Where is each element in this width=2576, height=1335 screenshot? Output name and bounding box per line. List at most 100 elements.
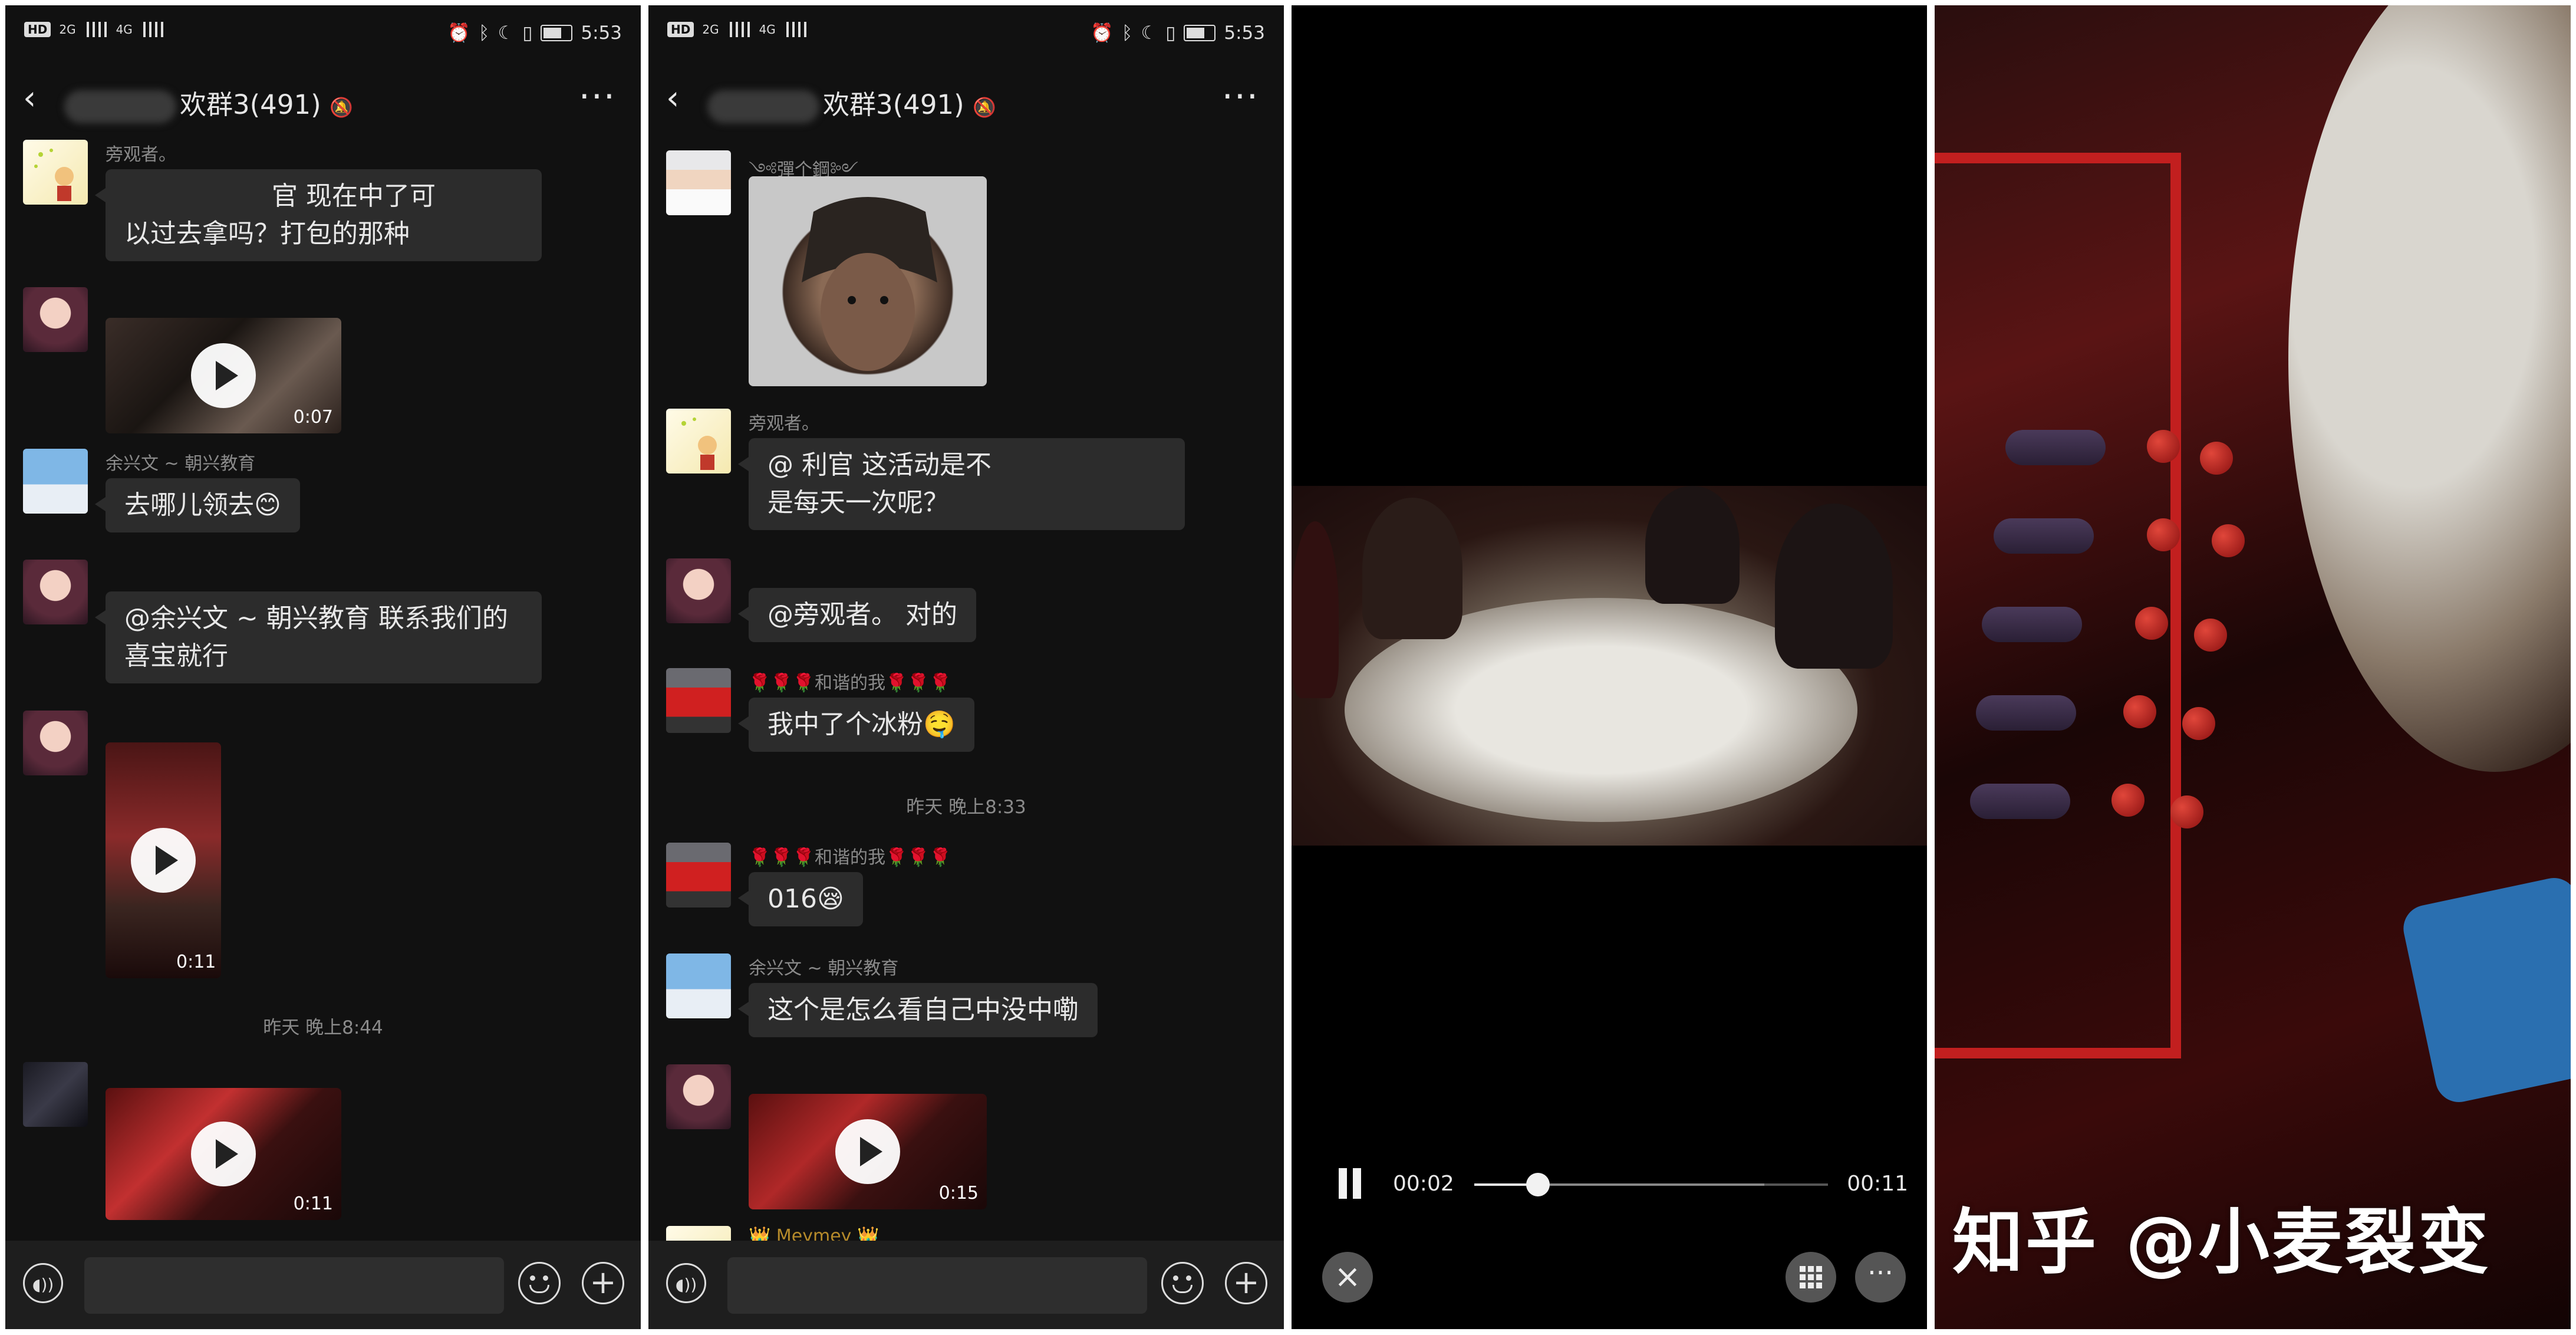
video-duration: 0:11 (176, 952, 216, 972)
message-text: @ 利官 这活动是不 (767, 450, 991, 480)
avatar[interactable] (23, 560, 88, 624)
play-icon[interactable] (131, 828, 196, 893)
mute-bell-icon: 🔕 (972, 96, 996, 119)
current-time: 00:02 (1393, 1172, 1454, 1196)
avatar[interactable] (23, 140, 88, 205)
avatar[interactable] (666, 409, 731, 474)
left-chat-screen: HD 2G 4G ⏰ ᛒ ☾ ▯ 5:53 ‹ 欢群3(491) 🔕 ··· 旁… (5, 5, 641, 1329)
voice-icon[interactable]: ◖)) (666, 1263, 706, 1303)
message-input[interactable] (727, 1257, 1147, 1314)
play-icon[interactable] (191, 1122, 256, 1186)
meme-image (802, 197, 937, 371)
plus-icon[interactable]: + (582, 1262, 624, 1304)
video-duration: 0:07 (293, 407, 333, 428)
moon-icon: ☾ (1141, 22, 1158, 44)
message-text: 是每天一次呢？ (767, 488, 949, 518)
message-text: 以过去拿吗？打包的那种 (124, 219, 410, 249)
battery-icon (541, 24, 573, 41)
person (1645, 486, 1740, 604)
alarm-icon: ⏰ (447, 22, 470, 44)
blurred-name (707, 90, 819, 123)
message-bubble[interactable]: 官 现在中了可 以过去拿吗？打包的那种 (95, 169, 542, 261)
bottle-cap (2135, 607, 2168, 640)
bottle (1970, 784, 2070, 819)
avatar[interactable] (666, 668, 731, 733)
message-bubble[interactable]: 这个是怎么看自己中没中嘞 (738, 983, 1098, 1037)
avatar[interactable] (23, 1062, 88, 1127)
message-input[interactable] (84, 1257, 504, 1314)
emoji-icon[interactable] (518, 1262, 561, 1304)
video-frame[interactable] (1292, 486, 1927, 846)
timestamp: 昨天 晚上8:33 (906, 797, 1026, 818)
cartoon-avatar-icon (681, 417, 717, 470)
message-text: 喜宝就行 (124, 641, 228, 671)
signal-icon (140, 22, 164, 37)
bottle-cap (2182, 707, 2215, 740)
message-bubble[interactable]: 016😪 (738, 872, 863, 926)
input-bar: ◖)) + (648, 1241, 1284, 1329)
message-bubble[interactable]: @余兴文 ~ 朝兴教育 联系我们的 喜宝就行 (95, 591, 542, 683)
emoji-icon[interactable] (1161, 1262, 1204, 1304)
close-icon[interactable]: × (1322, 1252, 1373, 1303)
play-icon[interactable] (835, 1119, 900, 1184)
pause-icon[interactable] (1333, 1166, 1368, 1201)
bluetooth-icon: ᛒ (1121, 22, 1133, 44)
video-frame-closeup: 知乎 @小麦裂变 (1935, 5, 2571, 1329)
voice-icon[interactable]: ◖)) (23, 1263, 63, 1303)
bluetooth-icon: ᛒ (478, 22, 490, 44)
avatar[interactable] (23, 449, 88, 514)
total-time: 00:11 (1847, 1172, 1908, 1196)
seek-bar[interactable] (1474, 1173, 1828, 1196)
more-icon[interactable]: ··· (1855, 1252, 1906, 1303)
moon-icon: ☾ (498, 22, 515, 44)
chat-title: 欢群3(491) 🔕 (707, 83, 996, 123)
video-thumbnail[interactable]: 0:15 (749, 1094, 987, 1209)
signal-icon (783, 22, 808, 37)
bottle (1994, 518, 2094, 554)
message-bubble[interactable]: @ 利官 这活动是不 是每天一次呢？ (738, 438, 1185, 530)
avatar[interactable] (666, 150, 731, 215)
sender-name: 旁观者。 (106, 144, 176, 165)
more-options-icon[interactable]: ··· (579, 76, 616, 117)
hd-badge: HD (24, 22, 51, 37)
avatar[interactable] (666, 1064, 731, 1129)
video-thumbnail[interactable]: 0:11 (106, 742, 221, 978)
avatar[interactable] (23, 711, 88, 775)
grid-icon[interactable] (1786, 1252, 1836, 1303)
back-icon[interactable]: ‹ (23, 82, 36, 115)
video-thumbnail[interactable]: 0:11 (106, 1088, 341, 1220)
avatar[interactable] (666, 953, 731, 1018)
avatar[interactable] (666, 843, 731, 907)
message-text: 016😪 (767, 884, 844, 914)
image-message[interactable] (749, 176, 987, 386)
sender-name: 🌹🌹🌹和谐的我🌹🌹🌹 (749, 673, 952, 693)
signal-label: 4G (759, 22, 776, 37)
chat-header: ‹ 欢群3(491) 🔕 ··· (5, 64, 641, 135)
avatar[interactable] (23, 287, 88, 352)
status-bar: HD 2G 4G ⏰ ᛒ ☾ ▯ 5:53 (648, 5, 1284, 58)
status-bar: HD 2G 4G ⏰ ᛒ ☾ ▯ 5:53 (5, 5, 641, 58)
bottle-cap (2147, 518, 2180, 551)
bottle (1976, 695, 2076, 731)
avatar[interactable] (666, 558, 731, 623)
back-icon[interactable]: ‹ (666, 82, 679, 115)
seek-handle[interactable] (1526, 1173, 1550, 1196)
red-display-shelf (1935, 153, 2181, 1058)
more-options-icon[interactable]: ··· (1222, 76, 1259, 117)
play-icon[interactable] (191, 343, 256, 408)
message-bubble[interactable]: 我中了个冰粉🤤 (738, 698, 974, 752)
bottle (1982, 607, 2082, 642)
signal-label: 4G (116, 22, 133, 37)
bottle-cap (2194, 619, 2227, 652)
message-text: 这个是怎么看自己中没中嘞 (767, 995, 1079, 1025)
input-bar: ◖)) + (5, 1241, 641, 1329)
bottle (2005, 430, 2106, 465)
person (1292, 521, 1339, 698)
video-thumbnail[interactable]: 0:07 (106, 318, 341, 433)
sender-name: 余兴文 ~ 朝兴教育 (106, 453, 256, 474)
message-bubble[interactable]: @旁观者。 对的 (738, 588, 976, 642)
message-bubble[interactable]: 去哪儿领去😊 (95, 478, 300, 532)
battery-icon (1184, 24, 1216, 41)
plus-icon[interactable]: + (1225, 1262, 1267, 1304)
blurred-name (64, 90, 176, 123)
